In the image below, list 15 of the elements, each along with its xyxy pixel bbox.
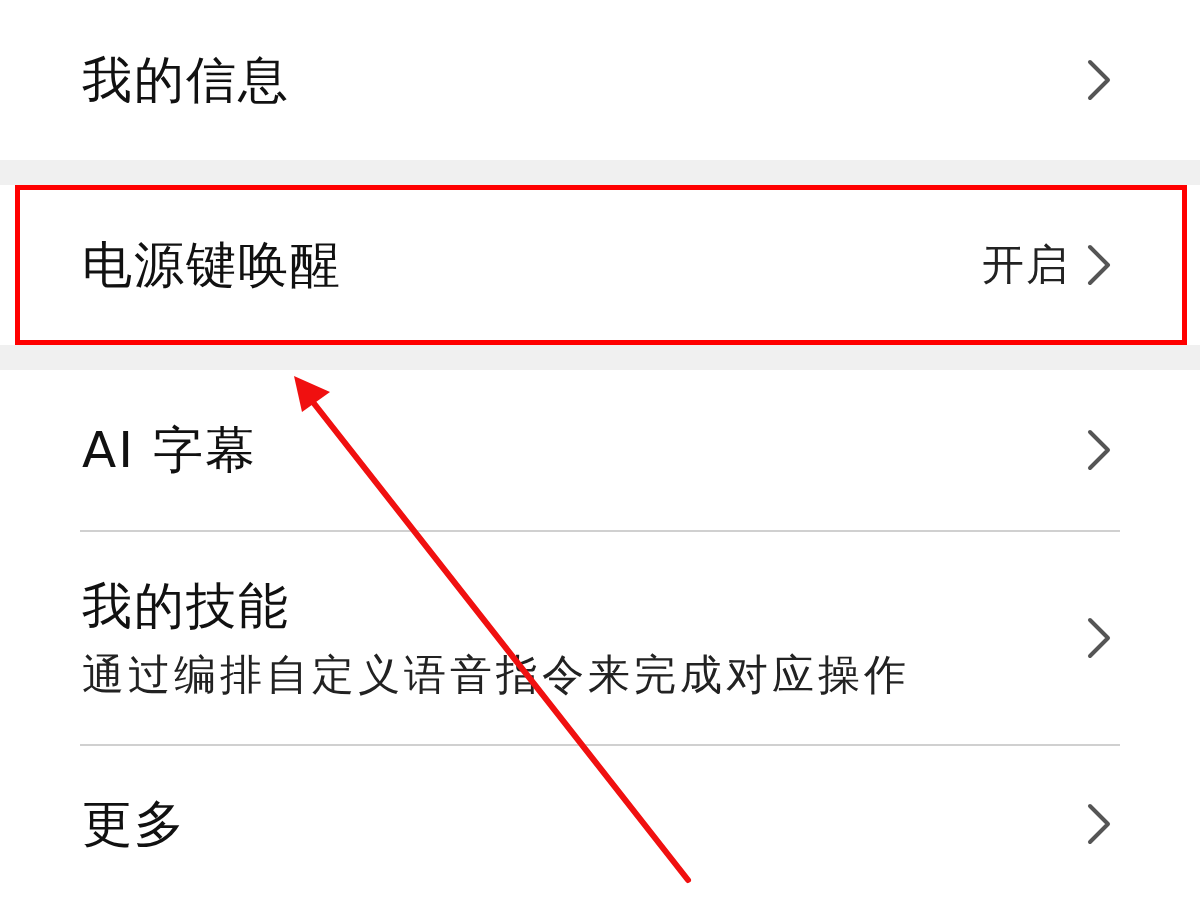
chevron-right-icon [1086,801,1112,846]
row-title: 更多 [82,793,187,854]
settings-row[interactable]: 更多 [0,746,1200,900]
row-title: AI 字幕 [82,420,258,480]
row-title: 电源键唤醒 [82,235,343,295]
settings-row[interactable]: AI 字幕 [0,370,1200,530]
chevron-right-icon [1086,616,1112,660]
settings-row[interactable]: 电源键唤醒 开启 [0,185,1200,345]
settings-row[interactable]: 我的信息 [0,0,1200,160]
row-value: 开启 [982,239,1070,291]
chevron-right-icon [1086,428,1112,472]
row-title: 我的技能 [82,575,291,636]
chevron-right-icon [1086,58,1112,102]
row-title: 我的信息 [82,50,291,110]
chevron-right-icon [1086,243,1112,287]
